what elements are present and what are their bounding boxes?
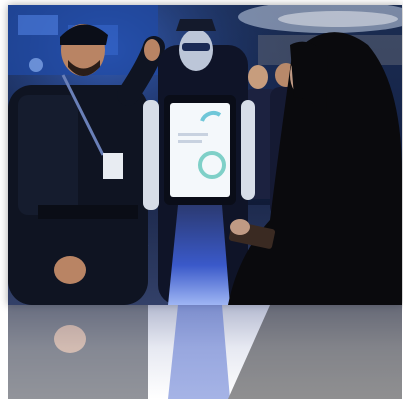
photo-frame xyxy=(0,0,403,403)
mirror-reflection xyxy=(8,305,402,399)
robot-tablet-screen xyxy=(170,103,230,197)
humanoid-robot xyxy=(143,19,255,305)
event-photo xyxy=(8,5,402,305)
